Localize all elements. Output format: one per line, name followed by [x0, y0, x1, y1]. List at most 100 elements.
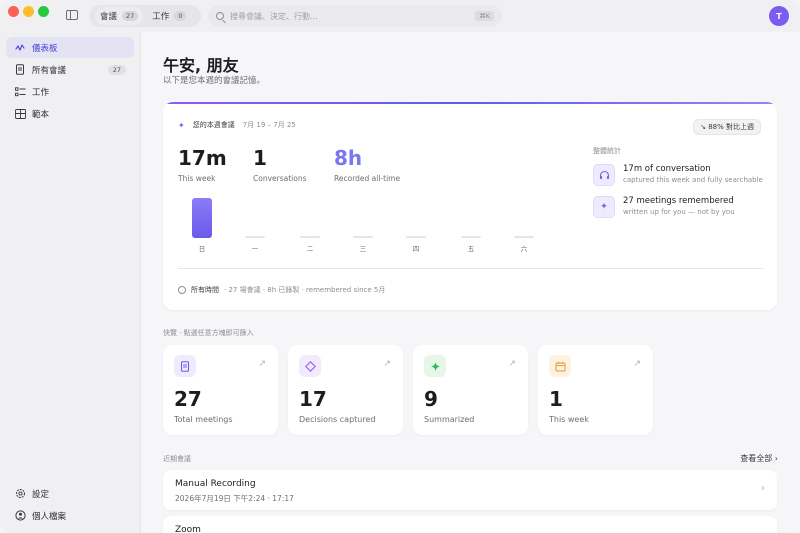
gear-icon: [14, 488, 26, 500]
sidebar: 儀表板 所有會議 27 工作 範本 設定 個人檔案: [0, 32, 141, 533]
sidebar-item-all-meetings[interactable]: 所有會議 27: [6, 59, 134, 80]
card-divider: [178, 268, 763, 269]
sidebar-item-profile[interactable]: 個人檔案: [6, 505, 134, 526]
stat-value: 1: [253, 146, 267, 170]
avatar[interactable]: T: [769, 6, 789, 26]
day-label: 六: [520, 245, 528, 253]
highlight-main: 17m of conversation: [623, 164, 711, 174]
day-bar-fill: [192, 198, 212, 238]
tab-count: 0: [174, 11, 187, 21]
meeting-row[interactable]: Manual Recording 2026年7月19日 下午2:24 · 17:…: [163, 470, 777, 510]
document-icon: [174, 355, 196, 377]
meeting-title: Manual Recording: [175, 479, 256, 489]
date-range: 7月 19 – 7月 25: [242, 121, 296, 129]
template-icon: [14, 108, 26, 120]
recent-meetings-title: 近期會議: [163, 455, 191, 463]
weekly-header: ✦ 您的本週會議 7月 19 – 7月 25: [178, 120, 296, 130]
quick-card-value: 27: [174, 387, 202, 411]
card-accent-line: [163, 102, 777, 104]
day-label: 三: [359, 245, 367, 253]
close-window-button[interactable]: [8, 6, 19, 17]
sidebar-item-settings[interactable]: 設定: [6, 483, 134, 504]
stat-value: 8h: [334, 146, 363, 170]
highlight-sub: written up for you — not by you: [623, 208, 735, 216]
day-bar: 五: [460, 198, 482, 253]
sidebar-item-label: 儀表板: [32, 43, 58, 54]
arrow-up-right-icon: ↗: [508, 359, 516, 369]
tab-tasks[interactable]: 工作 0: [147, 7, 191, 25]
sparkle-icon: ✦: [178, 120, 185, 130]
sidebar-item-tasks[interactable]: 工作: [6, 81, 134, 102]
document-icon: [14, 64, 26, 76]
day-label: 五: [467, 245, 475, 253]
quick-card-value: 1: [549, 387, 563, 411]
quick-card-decisions[interactable]: ↗ 17 Decisions captured: [288, 345, 403, 435]
quick-card-total-meetings[interactable]: ↗ 27 Total meetings: [163, 345, 278, 435]
sidebar-toggle-icon[interactable]: [66, 10, 78, 20]
day-bar: 二: [299, 198, 321, 253]
sidebar-item-dashboard[interactable]: 儀表板: [6, 37, 134, 58]
stat-this-week: 17m This week: [178, 146, 227, 183]
sidebar-item-label: 設定: [32, 489, 50, 500]
search-bar: ⌘K: [208, 5, 502, 27]
search-shortcut: ⌘K: [475, 11, 494, 21]
day-bar-fill: [406, 236, 426, 238]
search-input[interactable]: [230, 11, 476, 21]
clock-icon: [178, 286, 186, 294]
comparison-badge: ↘ 88% 對比上週: [693, 119, 761, 135]
stat-label: Recorded all-time: [334, 174, 401, 183]
day-label: 日: [198, 245, 206, 253]
overall-stats-title: 整體統計: [593, 147, 621, 155]
highlight-main: 27 meetings remembered: [623, 196, 734, 206]
minimize-window-button[interactable]: [23, 6, 34, 17]
page-title: 午安, 朋友: [163, 56, 239, 75]
all-time-label: 所有時間: [191, 286, 219, 294]
tab-label: 工作: [152, 12, 170, 22]
quick-card-this-week[interactable]: ↗ 1 This week: [538, 345, 653, 435]
chevron-right-icon: ›: [761, 483, 765, 494]
page-subtitle: 以下是您本週的會議記憶。: [163, 76, 266, 86]
weekday-bar-chart: 日 一 二 三 四 五 六: [178, 198, 538, 258]
meeting-row[interactable]: Zoom: [163, 516, 777, 533]
highlight-row: ✦ 27 meetings remembered written up for …: [593, 196, 763, 218]
all-time-summary: 所有時間 · 27 場會議 · 8h 已錄製 · remembered sinc…: [178, 285, 385, 295]
tab-count: 27: [122, 11, 139, 21]
checklist-icon: [14, 86, 26, 98]
quick-card-value: 17: [299, 387, 327, 411]
view-all-link[interactable]: 查看全部 ›: [740, 453, 778, 464]
quick-view-title: 快覽 · 點選任意方塊即可篩入: [163, 329, 254, 337]
sidebar-item-label: 範本: [32, 109, 50, 120]
day-bar: 四: [405, 198, 427, 253]
zoom-window-button[interactable]: [38, 6, 49, 17]
day-bar-fill: [514, 236, 534, 238]
arrow-up-right-icon: ↗: [633, 359, 641, 369]
meeting-count-badge: 27: [107, 64, 126, 75]
day-bar: 三: [352, 198, 374, 253]
sidebar-item-templates[interactable]: 範本: [6, 103, 134, 124]
stat-value: 17m: [178, 146, 227, 170]
tab-meetings[interactable]: 會議 27: [95, 7, 144, 25]
arrow-up-right-icon: ↗: [383, 359, 391, 369]
app-window: 會議 27 工作 0 ⌘K T 儀表板 所有會議: [0, 0, 800, 533]
calendar-icon: [549, 355, 571, 377]
stat-label: This week: [178, 174, 216, 183]
quick-card-label: Total meetings: [174, 415, 233, 424]
highlight-sub: captured this week and fully searchable: [623, 176, 763, 184]
day-label: 二: [306, 245, 314, 253]
titlebar: 會議 27 工作 0 ⌘K T: [0, 0, 800, 32]
arrow-up-right-icon: ↗: [258, 359, 266, 369]
sidebar-item-label: 個人檔案: [32, 511, 67, 522]
day-bar: 六: [513, 198, 535, 253]
view-tabs: 會議 27 工作 0: [89, 5, 201, 27]
sidebar-item-label: 所有會議: [32, 65, 67, 76]
weekly-summary-card: ✦ 您的本週會議 7月 19 – 7月 25 ↘ 88% 對比上週 17m Th…: [163, 102, 777, 310]
quick-card-label: Summarized: [424, 415, 475, 424]
highlight-row: 17m of conversation captured this week a…: [593, 164, 763, 186]
headphones-icon: [593, 164, 615, 186]
day-bar: 日: [191, 198, 213, 253]
day-bar: 一: [244, 198, 266, 253]
sparkle-icon: [14, 42, 26, 54]
day-bar-fill: [245, 236, 265, 238]
quick-card-summarized[interactable]: ↗ 9 Summarized: [413, 345, 528, 435]
tab-label: 會議: [100, 12, 118, 22]
